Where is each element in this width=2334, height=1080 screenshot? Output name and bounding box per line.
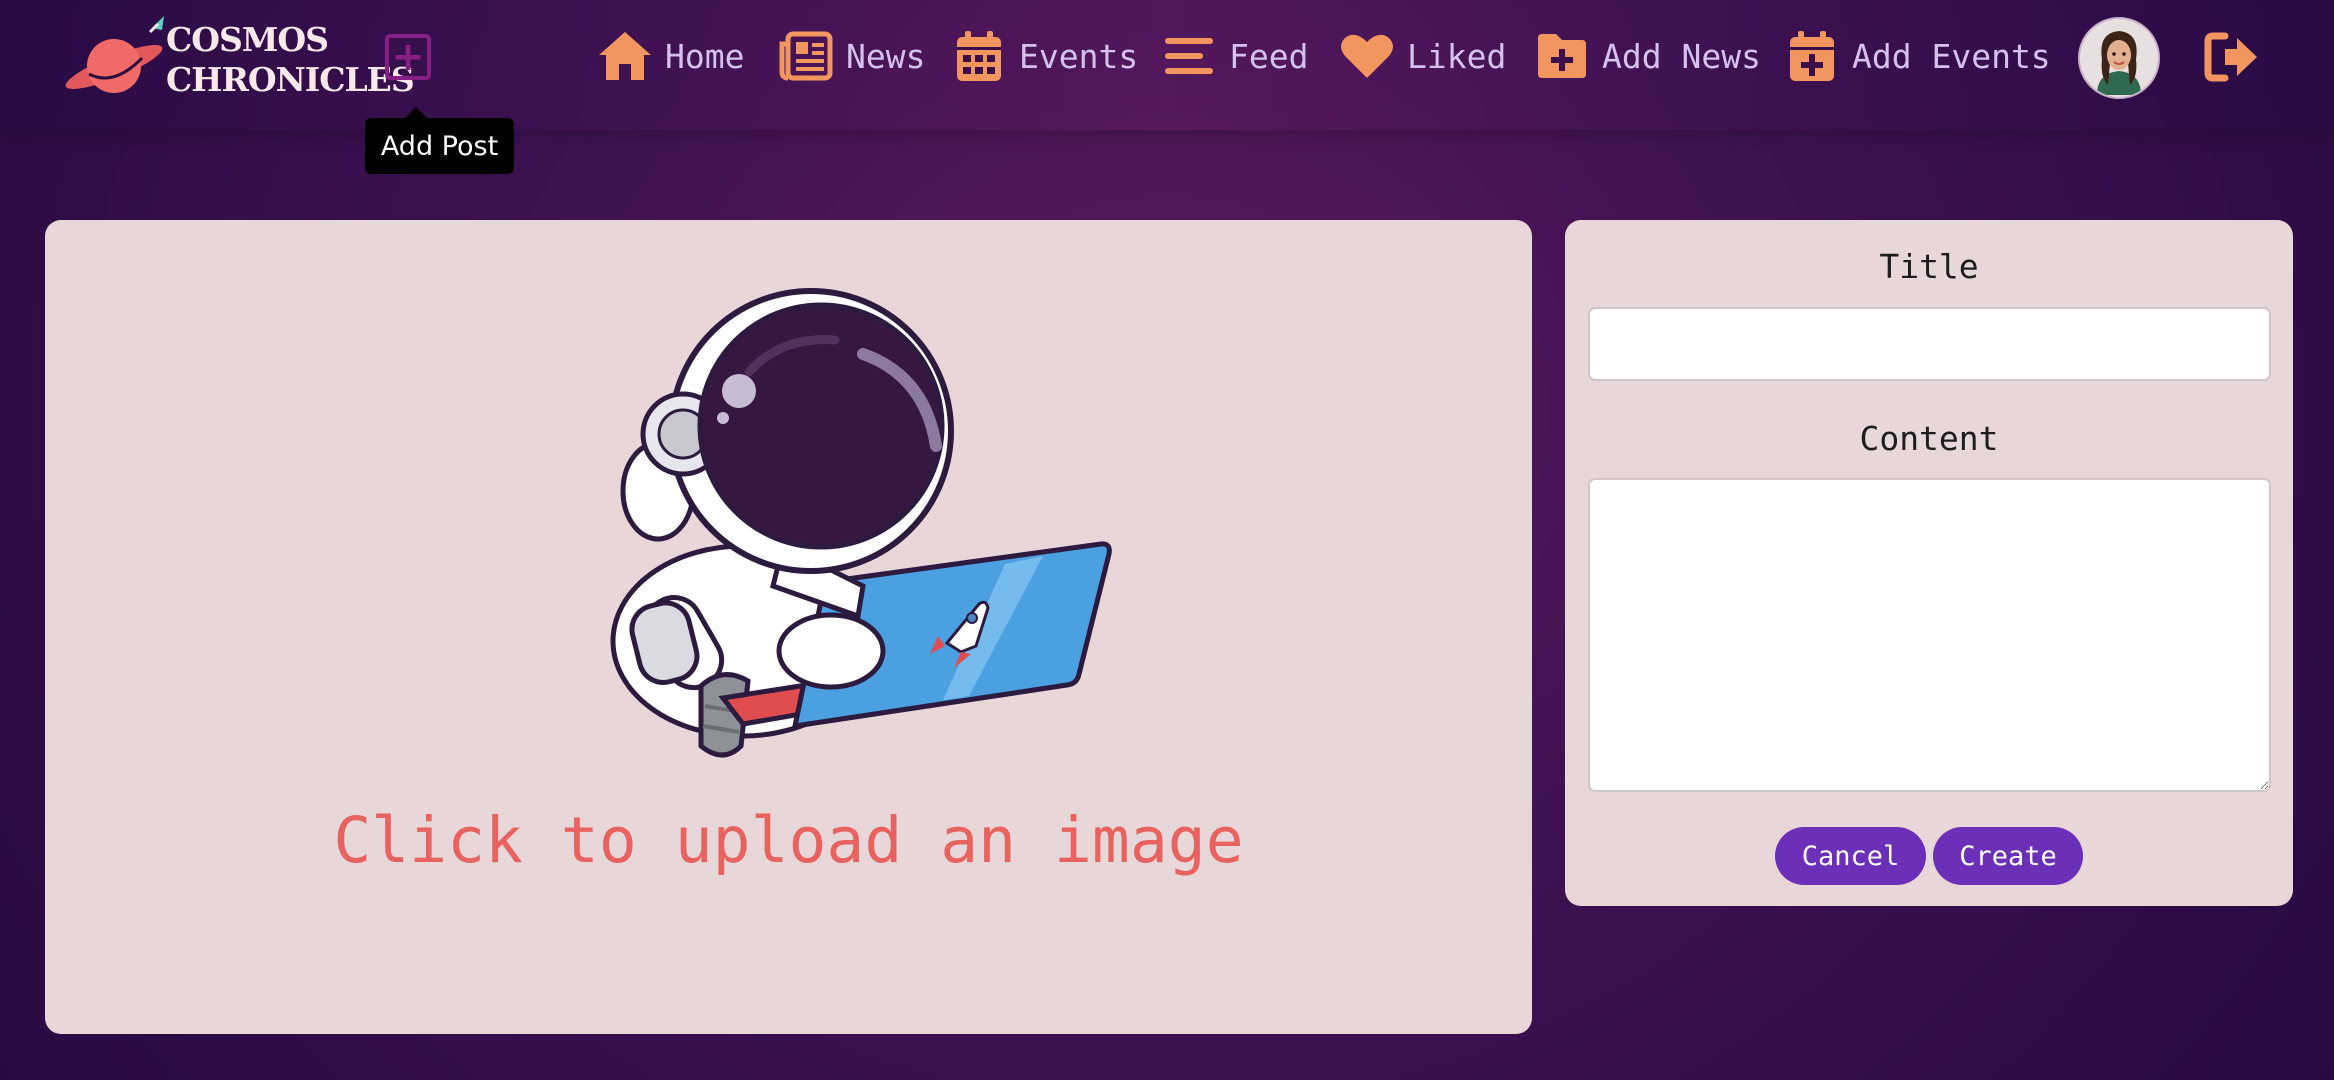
add-post-tooltip-text: Add Post xyxy=(380,130,499,162)
create-button[interactable]: Create xyxy=(1933,827,2083,885)
home-icon xyxy=(597,28,653,84)
content-label: Content xyxy=(1859,419,1999,458)
nav-feed-label: Feed xyxy=(1229,36,1309,76)
title-label: Title xyxy=(1879,247,1979,286)
nav-home[interactable]: Home xyxy=(597,28,744,84)
nav-events-label: Events xyxy=(1019,36,1139,76)
content-input[interactable] xyxy=(1588,478,2271,792)
nav-add-news[interactable]: Add News xyxy=(1534,28,1761,84)
upload-prompt: Click to upload an image xyxy=(333,804,1244,877)
brand-line-1: COSMOS xyxy=(166,20,329,59)
planet-rocket-logo-icon xyxy=(65,16,164,93)
top-navbar: COSMOS CHRONICLES + Home News Events Fee… xyxy=(0,0,2334,130)
nav-feed[interactable]: Feed xyxy=(1161,28,1308,84)
astronaut-laptop-illustration xyxy=(610,288,1112,758)
brand-line-2: CHRONICLES xyxy=(166,60,415,99)
cancel-button[interactable]: Cancel xyxy=(1775,827,1926,885)
nav-news-label: News xyxy=(846,36,926,76)
logout-button[interactable] xyxy=(2203,30,2261,84)
nav-home-label: Home xyxy=(665,36,745,76)
nav-add-events[interactable]: Add Events xyxy=(1784,28,2051,84)
newspaper-icon xyxy=(778,28,834,84)
add-post-tooltip: Add Post xyxy=(365,107,514,174)
plus-square-icon: + xyxy=(391,34,425,80)
sign-out-icon xyxy=(2204,32,2257,82)
calendar-plus-icon xyxy=(1784,28,1840,84)
image-upload-area[interactable]: Click to upload an image xyxy=(45,220,1532,1034)
folder-plus-icon xyxy=(1534,28,1590,84)
user-avatar[interactable] xyxy=(2078,17,2160,99)
brand-logo[interactable]: COSMOS CHRONICLES xyxy=(62,12,415,104)
nav-news[interactable]: News xyxy=(778,28,925,84)
nav-events[interactable]: Events xyxy=(951,28,1138,84)
nav-add-news-label: Add News xyxy=(1602,36,1761,76)
nav-liked-label: Liked xyxy=(1407,36,1507,76)
add-post-button[interactable]: + xyxy=(385,34,431,80)
brand-name: COSMOS CHRONICLES xyxy=(166,20,415,100)
title-input[interactable] xyxy=(1588,307,2271,381)
nav-add-events-label: Add Events xyxy=(1852,36,2051,76)
heart-icon xyxy=(1339,28,1395,84)
calendar-icon xyxy=(951,28,1007,84)
nav-liked[interactable]: Liked xyxy=(1339,28,1506,84)
post-form: Title Content Cancel Create xyxy=(1565,220,2293,906)
lines-icon xyxy=(1161,28,1217,84)
user-avatar-icon xyxy=(2080,19,2158,97)
